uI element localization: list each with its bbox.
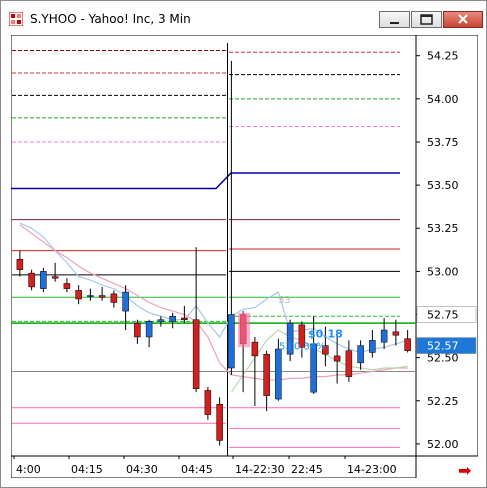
y-tick-label-4: 53.25 <box>427 222 459 235</box>
annotation-2: 53 <box>279 342 292 353</box>
y-tick-label-3: 53.50 <box>427 179 459 192</box>
chart-window: S.YHOO - Yahoo! Inc, 3 Min 54.25 54.00 53.… <box>0 0 487 488</box>
chart-app-icon <box>9 12 23 26</box>
candle-body-18[interactable] <box>228 314 235 369</box>
close-icon <box>458 14 468 24</box>
window-title: S.YHOO - Yahoo! Inc, 3 Min <box>30 12 191 26</box>
candle-body-11[interactable] <box>145 321 153 338</box>
x-tick-label-0: 4:00 <box>16 463 41 476</box>
candle-body-9[interactable] <box>122 291 129 312</box>
candle-body-22[interactable] <box>275 348 282 400</box>
candle-body-3[interactable] <box>51 276 59 279</box>
candlestick-chart[interactable]: 54.2554.0053.7553.5053.2553.0052.7552.50… <box>11 35 478 478</box>
maximize-icon <box>420 14 433 25</box>
candle-body-12[interactable] <box>157 319 165 322</box>
annotation-3: 0.34% <box>294 342 326 353</box>
minimize-button[interactable] <box>379 11 410 28</box>
y-tick-label-1: 54.00 <box>427 93 459 106</box>
candle-body-27[interactable] <box>333 355 341 362</box>
red-right-arrow-icon[interactable]: ➡ <box>458 461 471 480</box>
candle-body-21[interactable] <box>263 353 270 396</box>
candle-body-30[interactable] <box>369 340 376 353</box>
x-tick-label-2: 04:30 <box>126 463 158 476</box>
x-tick-label-1: 04:15 <box>71 463 103 476</box>
title-bar[interactable]: S.YHOO - Yahoo! Inc, 3 Min <box>1 1 486 35</box>
x-tick-label-6: 14-23:00 <box>347 463 397 476</box>
candle-body-5[interactable] <box>75 290 82 300</box>
candle-body-32[interactable] <box>392 331 400 336</box>
y-tick-label-0: 54.25 <box>427 50 459 63</box>
y-tick-label-2: 53.75 <box>427 136 459 149</box>
minimize-icon <box>390 22 399 24</box>
candle-body-14[interactable] <box>181 317 188 320</box>
y-tick-label-9: 52.00 <box>427 438 459 451</box>
candle-body-1[interactable] <box>28 272 35 288</box>
x-tick-label-3: 04:45 <box>181 463 213 476</box>
annotation-1: $0.18 <box>308 327 343 340</box>
price-badge-label-1: 52.57 <box>427 340 459 353</box>
candle-body-20[interactable] <box>251 341 259 357</box>
candle-body-33[interactable] <box>404 338 411 351</box>
candle-body-0[interactable] <box>16 259 24 270</box>
candle-body-2[interactable] <box>40 271 47 289</box>
candle-body-10[interactable] <box>134 322 141 338</box>
candle-body-7[interactable] <box>98 295 106 298</box>
plot-area <box>11 35 417 457</box>
close-button[interactable] <box>443 11 483 28</box>
candle-body-15[interactable] <box>192 319 200 389</box>
candle-body-6[interactable] <box>87 295 94 297</box>
candle-body-29[interactable] <box>357 345 364 364</box>
price-badge-label-0: 52.75 <box>427 309 459 322</box>
annotation-0: 53 <box>278 295 291 306</box>
candle-body-13[interactable] <box>169 315 176 322</box>
maximize-button[interactable] <box>411 11 442 28</box>
candle-body-17[interactable] <box>216 403 223 441</box>
x-tick-label-5: 22:45 <box>291 463 323 476</box>
selection-highlight <box>238 312 251 348</box>
candle-body-28[interactable] <box>345 350 353 377</box>
candle-body-31[interactable] <box>380 329 388 343</box>
chart-area[interactable]: 54.2554.0053.7553.5053.2553.0052.7552.50… <box>11 35 478 478</box>
candle-body-4[interactable] <box>63 283 71 289</box>
x-tick-label-4: 14-22:30 <box>235 463 285 476</box>
y-tick-label-8: 52.25 <box>427 395 459 408</box>
candle-body-8[interactable] <box>110 293 118 303</box>
y-tick-label-5: 53.00 <box>427 265 459 278</box>
candle-body-16[interactable] <box>204 390 212 415</box>
